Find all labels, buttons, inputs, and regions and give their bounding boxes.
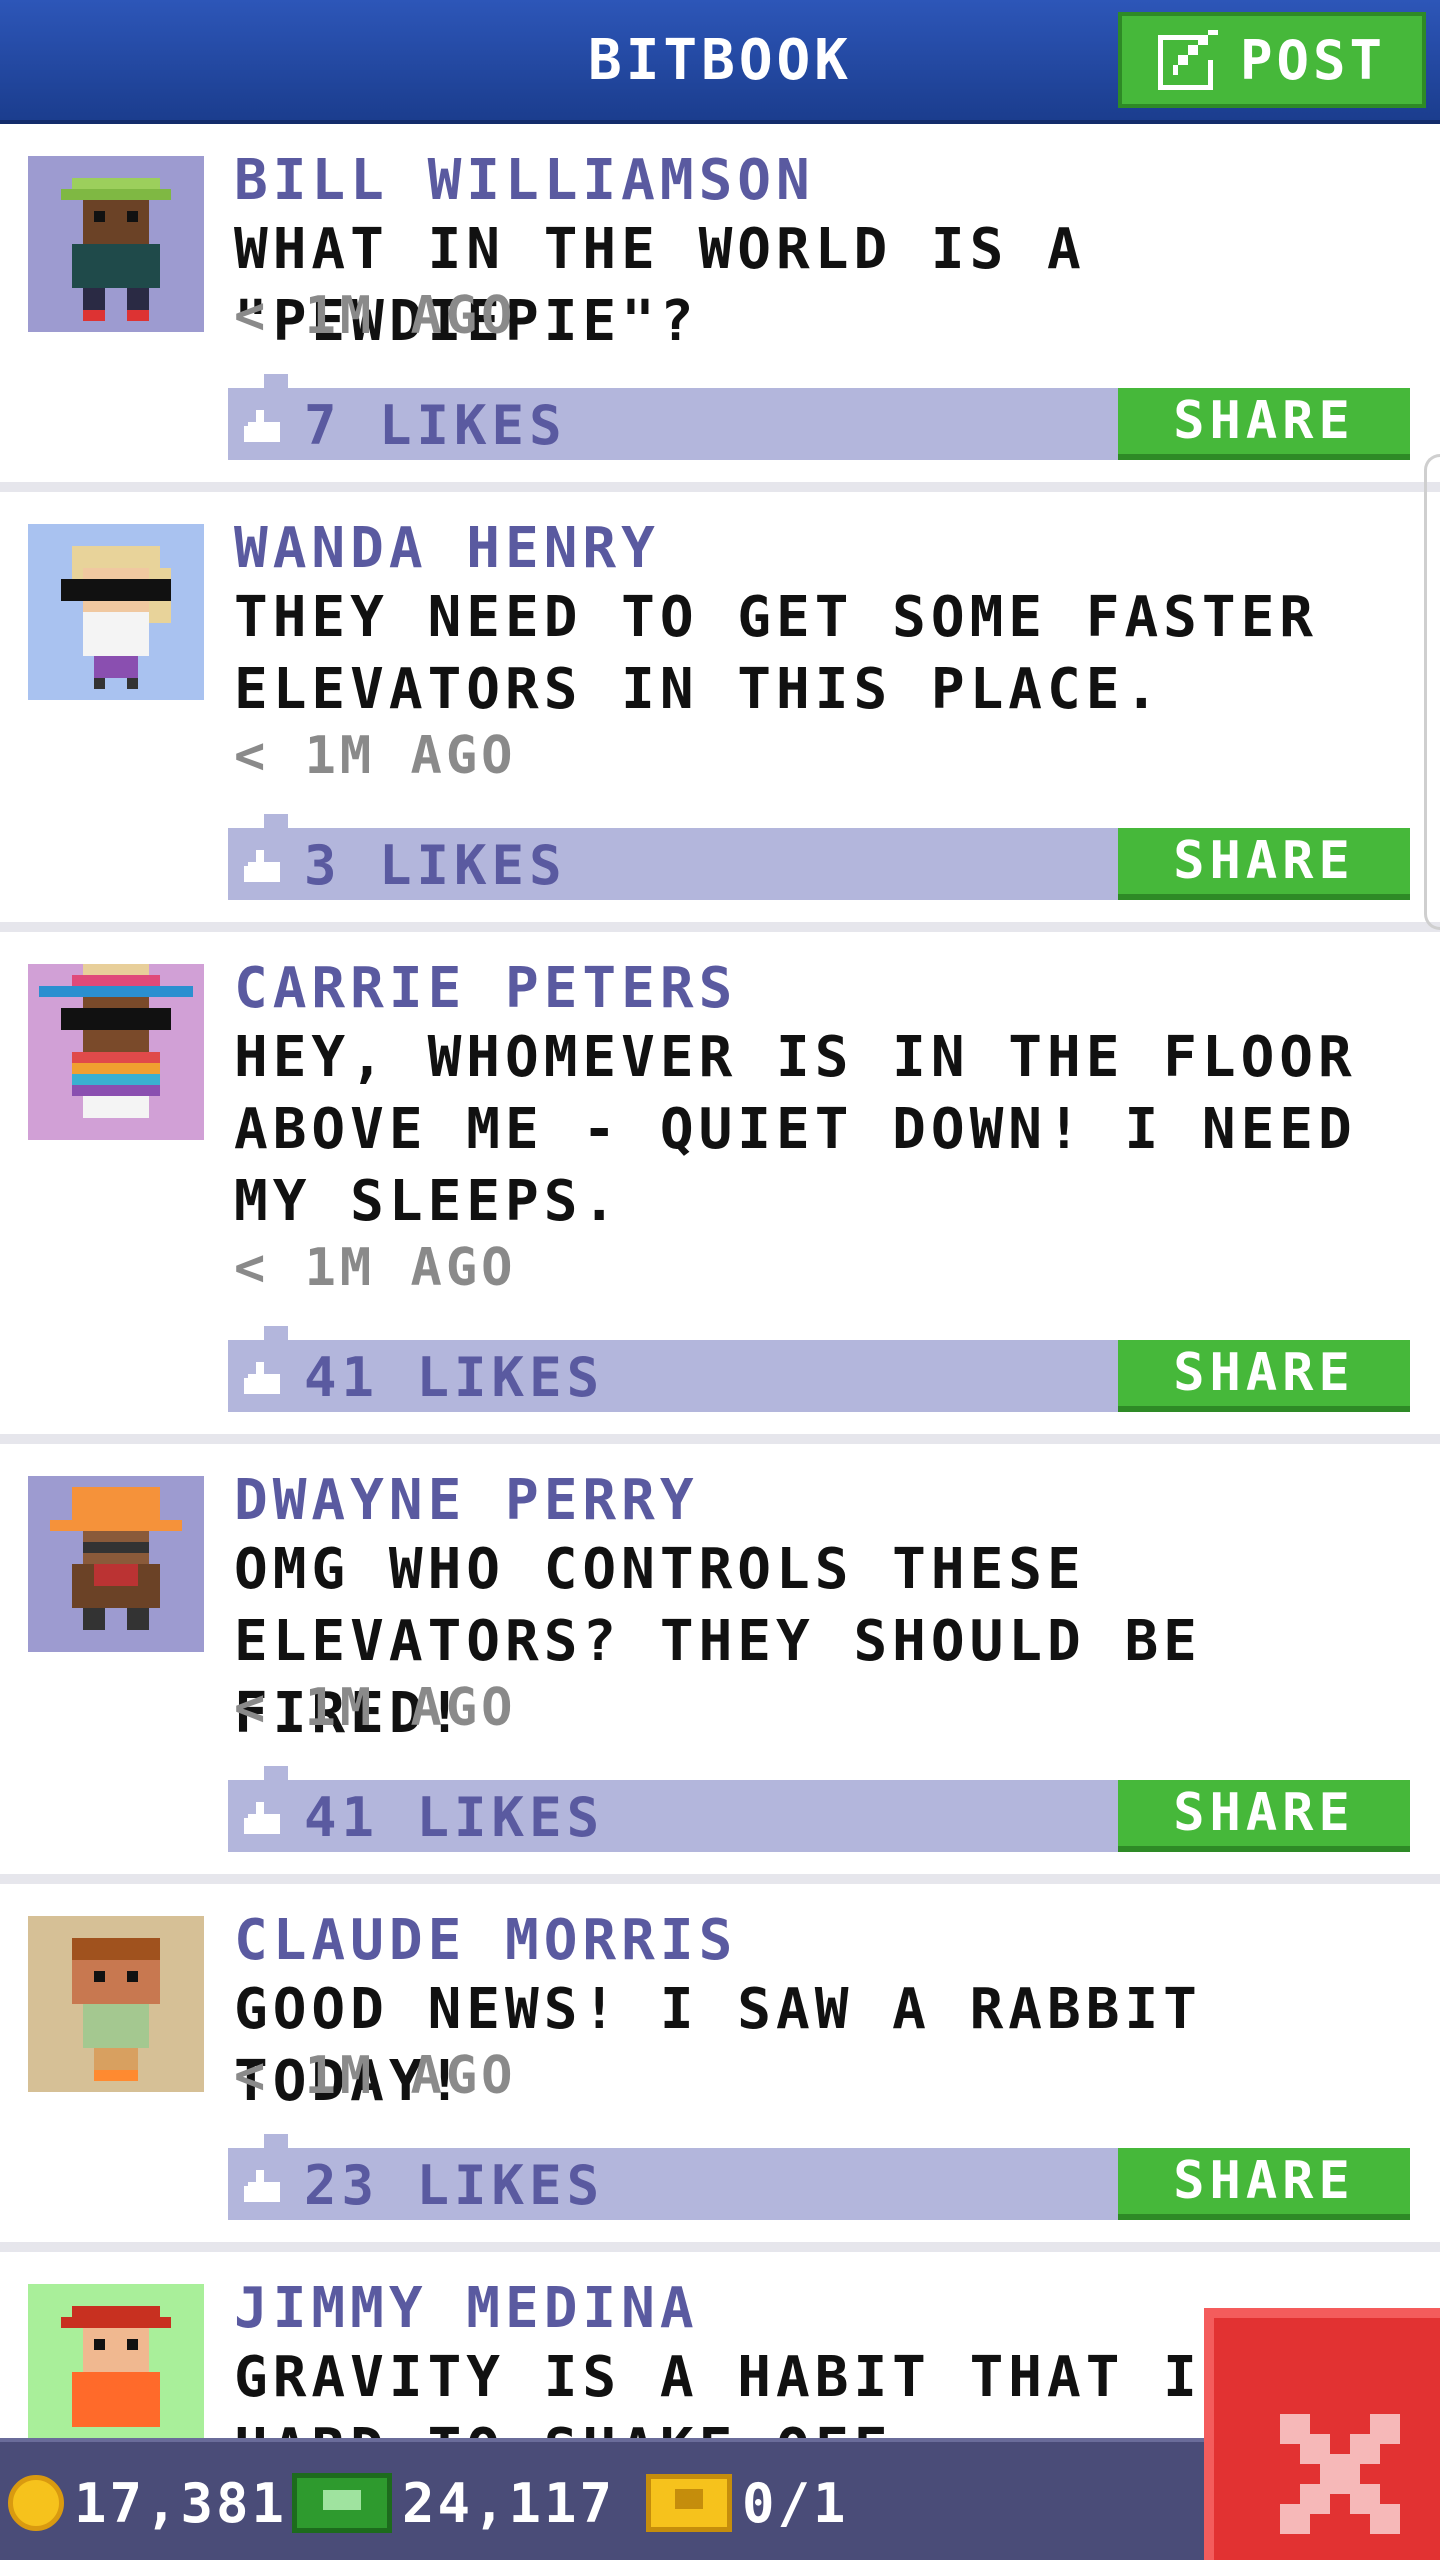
share-button[interactable]: SHARE	[1118, 388, 1410, 460]
post-divider	[0, 1874, 1440, 1884]
share-button[interactable]: SHARE	[1118, 1340, 1410, 1412]
share-button[interactable]: SHARE	[1118, 2148, 1410, 2220]
likes-count: 41 LIKES	[304, 1346, 605, 1409]
share-button[interactable]: SHARE	[1118, 1780, 1410, 1852]
post-author[interactable]: CLAUDE MORRIS	[234, 1908, 737, 1973]
close-button[interactable]	[1204, 2308, 1440, 2560]
ticket-icon	[646, 2474, 732, 2532]
post-author[interactable]: WANDA HENRY	[234, 516, 660, 581]
thumbs-up-icon[interactable]	[244, 850, 284, 882]
feed-list[interactable]: BILL WILLIAMSON WHAT IN THE WORLD IS A "…	[0, 124, 1440, 2438]
coin-icon	[8, 2475, 64, 2531]
avatar-image	[28, 964, 204, 1140]
thumbs-up-icon[interactable]	[244, 410, 284, 442]
feed-post: WANDA HENRY THEY NEED TO GET SOME FASTER…	[0, 492, 1440, 932]
post-divider	[0, 2242, 1440, 2252]
post-message: HEY, WHOMEVER IS IN THE FLOOR ABOVE ME -…	[234, 1025, 1357, 1234]
post-author[interactable]: BILL WILLIAMSON	[234, 148, 815, 213]
post-time: < 1M AGO	[234, 286, 517, 346]
feed-post: CLAUDE MORRIS GOOD NEWS! I SAW A RABBIT …	[0, 1884, 1440, 2252]
coins-count: 17,381	[74, 2471, 288, 2535]
post-message: THEY NEED TO GET SOME FASTER ELEVATORS I…	[234, 585, 1319, 722]
post-time: < 1M AGO	[234, 2046, 517, 2106]
feed-post: CARRIE PETERS HEY, WHOMEVER IS IN THE FL…	[0, 932, 1440, 1444]
bux-count: 24,117	[402, 2471, 616, 2535]
avatar-image	[28, 156, 204, 332]
post-divider	[0, 922, 1440, 932]
post-author[interactable]: CARRIE PETERS	[234, 956, 737, 1021]
avatar	[28, 524, 204, 700]
avatar-image	[28, 1476, 204, 1652]
likes-count: 23 LIKES	[304, 2154, 605, 2217]
avatar	[28, 964, 204, 1140]
avatar	[28, 156, 204, 332]
feed-post: BILL WILLIAMSON WHAT IN THE WORLD IS A "…	[0, 124, 1440, 492]
like-bar: 23 LIKES SHARE	[228, 2134, 1410, 2220]
avatar-image	[28, 2284, 204, 2438]
likes-count: 41 LIKES	[304, 1786, 605, 1849]
avatar	[28, 1476, 204, 1652]
post-button-label: POST	[1239, 28, 1387, 92]
like-bar: 41 LIKES SHARE	[228, 1326, 1410, 1412]
thumbs-up-icon[interactable]	[244, 1802, 284, 1834]
edit-icon	[1157, 30, 1218, 90]
close-icon	[1280, 2414, 1400, 2534]
post-author[interactable]: DWAYNE PERRY	[234, 1468, 699, 1533]
like-bar: 41 LIKES SHARE	[228, 1766, 1410, 1852]
share-button[interactable]: SHARE	[1118, 828, 1410, 900]
tickets-count: 0/1	[742, 2471, 849, 2535]
tickets-stat: 0/1	[646, 2442, 849, 2560]
bux-stat: 24,117	[292, 2442, 615, 2560]
post-time: < 1M AGO	[234, 1678, 517, 1738]
feed-post: DWAYNE PERRY OMG WHO CONTROLS THESE ELEV…	[0, 1444, 1440, 1884]
app-header: BITBOOK POST	[0, 0, 1440, 124]
scroll-indicator[interactable]	[1424, 454, 1440, 930]
like-bar: 3 LIKES SHARE	[228, 814, 1410, 900]
post-time: < 1M AGO	[234, 726, 517, 786]
coins-stat: 17,381	[8, 2442, 287, 2560]
post-divider	[0, 1434, 1440, 1444]
thumbs-up-icon[interactable]	[244, 2170, 284, 2202]
avatar-image	[28, 1916, 204, 2092]
likes-count: 7 LIKES	[304, 394, 567, 457]
like-bar: 7 LIKES SHARE	[228, 374, 1410, 460]
thumbs-up-icon[interactable]	[244, 1362, 284, 1394]
avatar-image	[28, 524, 204, 700]
likes-count: 3 LIKES	[304, 834, 567, 897]
bux-icon	[292, 2473, 392, 2533]
post-time: < 1M AGO	[234, 1238, 517, 1298]
post-button[interactable]: POST	[1118, 12, 1426, 108]
post-divider	[0, 482, 1440, 492]
avatar	[28, 1916, 204, 2092]
avatar	[28, 2284, 204, 2438]
post-author[interactable]: JIMMY MEDINA	[234, 2276, 699, 2341]
